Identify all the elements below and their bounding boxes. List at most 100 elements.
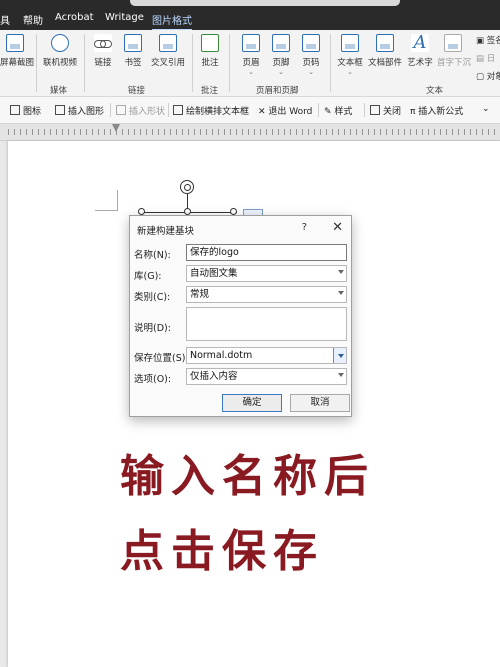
page-number-button[interactable]: 页码 ⌄ [298, 34, 324, 76]
dialog-title: 新建构建基块 [137, 226, 195, 237]
margin-corner-mark [95, 190, 118, 211]
separator [84, 34, 85, 92]
icons-button[interactable]: 图标 [10, 104, 41, 117]
footer-label: 页脚 [272, 58, 290, 68]
horizontal-ruler[interactable] [0, 124, 500, 141]
options-value: 仅插入内容 [190, 371, 238, 382]
new-building-block-dialog: 新建构建基块 ? ✕ 名称(N): 保存的logo 库(G): 自动图文集 类别… [129, 215, 352, 417]
insert-shape-label: 插入形状 [129, 107, 166, 117]
close-icon[interactable]: ✕ [332, 220, 343, 235]
rotate-handle-icon[interactable] [180, 180, 194, 194]
object-button[interactable]: ▢ 对象 [476, 70, 500, 82]
globe-video-icon [51, 34, 69, 52]
ruler-ticks [8, 129, 496, 135]
ribbon: 屏幕截图 联机视频 媒体 链接 书签 交叉引用 链接 批注 批注 页眉 ⌄ 页脚… [0, 30, 500, 97]
name-input[interactable]: 保存的logo [186, 244, 347, 261]
resize-handle[interactable] [230, 208, 237, 215]
bookmark-label: 书签 [124, 58, 142, 68]
page-number-icon [302, 34, 320, 52]
bookmark-button[interactable]: 书签 [120, 34, 146, 68]
resize-handle[interactable] [138, 208, 145, 215]
gallery-value: 自动图文集 [190, 268, 238, 279]
cross-reference-button[interactable]: 交叉引用 [149, 34, 187, 68]
separator [318, 103, 319, 117]
more-options-icon[interactable]: ⌄ [482, 104, 490, 114]
separator [110, 103, 111, 117]
page-number-label: 页码 [302, 58, 320, 68]
comment-label: 批注 [201, 58, 219, 68]
online-video-label: 联机视频 [42, 58, 77, 68]
separator [364, 103, 365, 117]
wordart-label: 艺术字 [407, 58, 433, 68]
style-button[interactable]: ✎ 样式 [324, 104, 352, 117]
insert-graphic-button[interactable]: 插入图形 [55, 104, 104, 117]
insert-shape-button[interactable]: 插入形状 [116, 104, 165, 117]
insert-equation-button[interactable]: π 插入新公式 [410, 104, 463, 117]
resize-handle[interactable] [184, 208, 191, 215]
datetime-label: 日 [486, 54, 496, 64]
close-label: 关闭 [383, 107, 402, 117]
title-dropdown-bar[interactable] [130, 0, 400, 6]
document-parts-button[interactable]: 文档部件 [367, 34, 403, 68]
wordart-icon: A [411, 34, 429, 52]
dropcap-label: 首字下沉 [437, 58, 472, 68]
chevron-down-icon [338, 354, 344, 358]
save-location-select[interactable]: Normal.dotm [186, 347, 347, 364]
signature-button[interactable]: ▣ 签名 [476, 34, 500, 46]
link-label: 链接 [94, 58, 112, 68]
cancel-button[interactable]: 取消 [290, 394, 350, 412]
menu-acrobat[interactable]: Acrobat [55, 12, 94, 23]
screenshot-label: 屏幕截图 [0, 58, 35, 68]
caption-line-2: 点击保存 [120, 526, 324, 577]
bookmark-icon [124, 34, 142, 52]
dropdown-button[interactable] [333, 348, 346, 363]
dropcap-button[interactable]: 首字下沉 [437, 34, 472, 68]
separator [330, 34, 331, 92]
category-value: 常规 [190, 289, 210, 300]
save-location-label: 保存位置(S): [134, 353, 189, 364]
category-select[interactable]: 常规 [186, 286, 347, 303]
link-button[interactable]: 链接 [90, 34, 116, 68]
header-label: 页眉 [242, 58, 260, 68]
help-icon[interactable]: ? [302, 222, 307, 233]
ok-button[interactable]: 确定 [222, 394, 282, 412]
screenshot-button[interactable]: 屏幕截图 [0, 34, 34, 68]
datetime-button[interactable]: ▤ 日 [476, 52, 495, 64]
gallery-label: 库(G): [134, 271, 162, 282]
menu-tools[interactable]: 具 [0, 12, 10, 27]
gallery-select[interactable]: 自动图文集 [186, 265, 347, 282]
group-media-label: 媒体 [50, 86, 68, 96]
link-icon [94, 34, 112, 52]
style-label: 样式 [334, 107, 353, 117]
menu-writage[interactable]: Writage [105, 12, 144, 23]
chevron-down-icon: ⌄ [347, 68, 353, 76]
description-input[interactable] [186, 307, 347, 341]
draw-textbox-button[interactable]: 绘制横排文本框 [173, 104, 249, 117]
cross-reference-icon [159, 34, 177, 52]
online-video-button[interactable]: 联机视频 [40, 34, 80, 68]
icons-label: 图标 [23, 107, 42, 117]
insert-graphic-icon [55, 105, 65, 115]
menu-picture-format[interactable]: 图片格式 [152, 12, 192, 31]
header-button[interactable]: 页眉 ⌄ [238, 34, 264, 76]
insert-equation-label: 插入新公式 [418, 107, 464, 117]
exit-word-button[interactable]: ✕ 退出 Word [258, 104, 312, 117]
options-select[interactable]: 仅插入内容 [186, 368, 347, 385]
drawing-toolbar: 图标 插入图形 插入形状 绘制横排文本框 ✕ 退出 Word ✎ 样式 关闭 π… [0, 97, 500, 124]
cross-reference-label: 交叉引用 [150, 58, 185, 68]
comment-button[interactable]: 批注 [197, 34, 223, 68]
caption-line-1: 输入名称后 [120, 451, 375, 502]
textbox-button[interactable]: 文本框 ⌄ [335, 34, 365, 76]
footer-button[interactable]: 页脚 ⌄ [268, 34, 294, 76]
signature-label: 签名 [486, 36, 500, 46]
close-button[interactable]: 关闭 [370, 104, 401, 117]
dropcap-icon [444, 34, 462, 52]
comment-icon [201, 34, 219, 52]
options-label: 选项(O): [134, 374, 172, 385]
chevron-down-icon [338, 373, 344, 377]
wordart-button[interactable]: A 艺术字 [405, 34, 435, 69]
chevron-down-icon: ⌄ [308, 68, 314, 76]
save-location-value: Normal.dotm [190, 350, 253, 361]
menu-help[interactable]: 帮助 [23, 12, 43, 27]
chevron-down-icon [338, 291, 344, 295]
